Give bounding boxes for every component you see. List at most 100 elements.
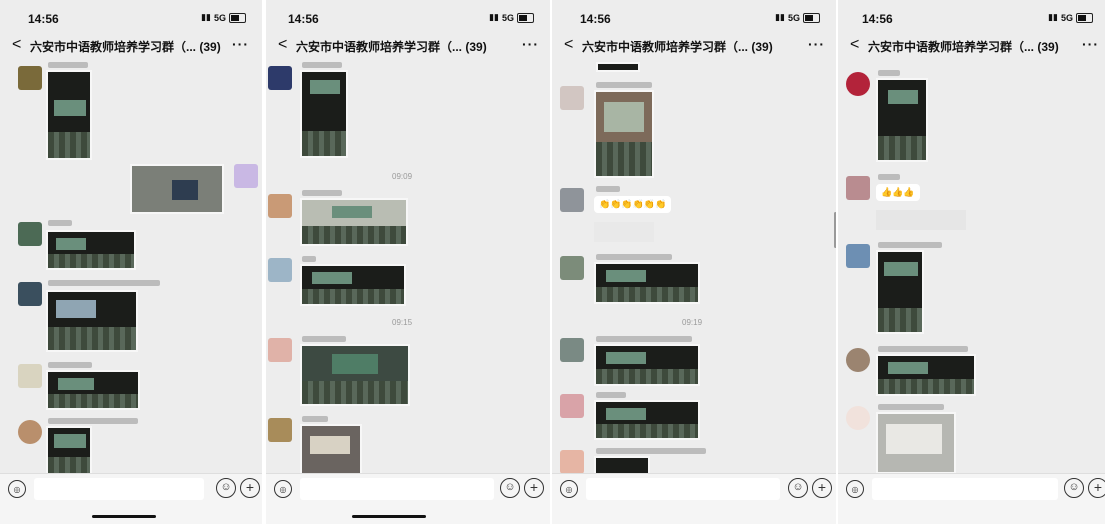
more-button[interactable]: ··· — [232, 36, 249, 52]
battery-icon — [229, 12, 246, 23]
sender-name — [302, 62, 342, 68]
avatar[interactable] — [268, 66, 292, 90]
phone-screen-1: 14:56 ▮▮ 5G < 六安市中语教师培养学习群（... (39) ··· … — [0, 0, 262, 524]
image-message[interactable] — [594, 90, 654, 178]
plus-icon[interactable]: + — [240, 478, 260, 498]
image-message[interactable] — [876, 250, 924, 334]
plus-icon[interactable]: + — [524, 478, 544, 498]
more-button[interactable]: ··· — [1082, 36, 1099, 52]
image-message[interactable] — [876, 78, 928, 162]
message-input[interactable] — [300, 478, 494, 500]
status-time: 14:56 — [580, 12, 611, 26]
avatar[interactable] — [560, 188, 584, 212]
more-button[interactable]: ··· — [522, 36, 539, 52]
chat-title[interactable]: 六安市中语教师培养学习群（... (39) — [296, 38, 487, 55]
signal-indicator: ▮▮ 5G — [775, 12, 820, 23]
avatar[interactable] — [268, 418, 292, 442]
avatar[interactable] — [846, 244, 870, 268]
message-list[interactable] — [0, 60, 262, 478]
voice-icon[interactable]: ◎ — [846, 480, 864, 498]
message-input[interactable] — [34, 478, 204, 500]
home-indicator — [352, 515, 426, 518]
avatar[interactable] — [560, 338, 584, 362]
chat-title[interactable]: 六安市中语教师培养学习群（... (39) — [868, 38, 1059, 55]
avatar[interactable] — [268, 338, 292, 362]
image-message[interactable] — [46, 290, 138, 352]
battery-icon — [517, 12, 534, 23]
reply-message[interactable] — [594, 222, 654, 242]
emoji-icon[interactable]: ☺ — [216, 478, 236, 498]
emoji-message[interactable]: 👍👍👍 — [876, 184, 920, 201]
sender-name — [48, 62, 88, 68]
sender-name — [302, 416, 328, 422]
emoji-icon[interactable]: ☺ — [788, 478, 808, 498]
image-message[interactable] — [594, 400, 700, 440]
scrollbar[interactable] — [834, 212, 836, 248]
sender-name — [596, 82, 652, 88]
image-message[interactable] — [46, 426, 92, 478]
plus-icon[interactable]: + — [812, 478, 832, 498]
my-avatar[interactable] — [234, 164, 258, 188]
chat-header: < 六安市中语教师培养学习群（... (39) ··· — [552, 34, 836, 60]
image-message[interactable] — [300, 424, 362, 476]
signal-indicator: ▮▮ 5G — [201, 12, 246, 23]
input-bar: ◎ ☺ + — [552, 473, 836, 524]
avatar[interactable] — [560, 394, 584, 418]
message-list[interactable]: 👍👍👍 — [838, 60, 1105, 474]
message-list[interactable]: 09:09 09:15 — [266, 60, 550, 476]
image-message[interactable] — [300, 70, 348, 158]
reply-message[interactable] — [876, 210, 966, 230]
image-message[interactable] — [46, 370, 140, 410]
image-message[interactable] — [130, 164, 224, 214]
image-message[interactable] — [300, 264, 406, 306]
image-message[interactable] — [46, 230, 136, 270]
voice-icon[interactable]: ◎ — [560, 480, 578, 498]
image-message[interactable] — [300, 344, 410, 406]
avatar[interactable] — [18, 222, 42, 246]
message-input[interactable] — [586, 478, 780, 500]
avatar[interactable] — [18, 364, 42, 388]
back-button[interactable]: < — [278, 36, 287, 54]
message-input[interactable] — [872, 478, 1058, 500]
avatar[interactable] — [268, 258, 292, 282]
avatar[interactable] — [846, 348, 870, 372]
avatar[interactable] — [846, 176, 870, 200]
avatar[interactable] — [560, 450, 584, 474]
emoji-icon[interactable]: ☺ — [500, 478, 520, 498]
status-bar: 14:56 ▮▮ 5G — [552, 0, 836, 26]
sender-name — [302, 190, 342, 196]
image-message[interactable] — [596, 62, 640, 72]
plus-icon[interactable]: + — [1088, 478, 1105, 498]
voice-icon[interactable]: ◎ — [8, 480, 26, 498]
emoji-icon[interactable]: ☺ — [1064, 478, 1084, 498]
back-button[interactable]: < — [564, 36, 573, 54]
avatar[interactable] — [268, 194, 292, 218]
image-message[interactable] — [876, 412, 956, 474]
input-bar: ◎ ☺ + — [0, 473, 262, 524]
avatar[interactable] — [18, 420, 42, 444]
battery-icon — [803, 12, 820, 23]
avatar[interactable] — [560, 256, 584, 280]
avatar[interactable] — [18, 282, 42, 306]
chat-title[interactable]: 六安市中语教师培养学习群（... (39) — [30, 38, 221, 55]
image-message[interactable] — [594, 262, 700, 304]
status-time: 14:56 — [28, 12, 59, 26]
more-button[interactable]: ··· — [808, 36, 825, 52]
voice-icon[interactable]: ◎ — [274, 480, 292, 498]
message-list[interactable]: 👏👏👏👏👏👏 09:19 — [552, 60, 836, 480]
avatar[interactable] — [18, 66, 42, 90]
chat-header: < 六安市中语教师培养学习群（... (39) ··· — [0, 34, 262, 60]
avatar[interactable] — [846, 72, 870, 96]
signal-icon: ▮▮ — [775, 12, 785, 22]
image-message[interactable] — [876, 354, 976, 396]
back-button[interactable]: < — [850, 36, 859, 54]
avatar[interactable] — [846, 406, 870, 430]
emoji-message[interactable]: 👏👏👏👏👏👏 — [594, 196, 672, 213]
avatar[interactable] — [560, 86, 584, 110]
image-message[interactable] — [300, 198, 408, 246]
chat-title[interactable]: 六安市中语教师培养学习群（... (39) — [582, 38, 773, 55]
image-message[interactable] — [46, 70, 92, 160]
signal-icon: ▮▮ — [201, 12, 211, 22]
back-button[interactable]: < — [12, 36, 21, 54]
image-message[interactable] — [594, 344, 700, 386]
